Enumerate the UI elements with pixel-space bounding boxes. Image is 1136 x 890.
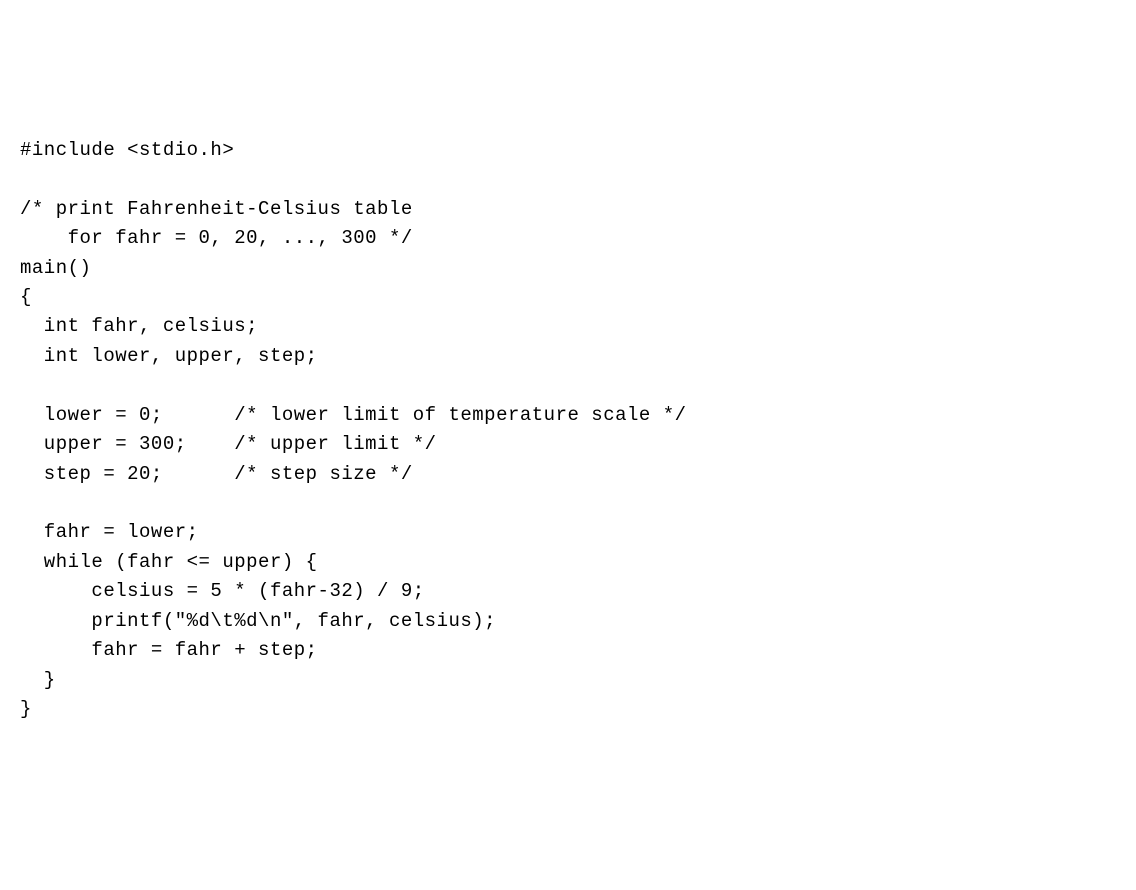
code-line: upper = 300; /* upper limit */	[20, 433, 437, 455]
code-line: while (fahr <= upper) {	[20, 551, 318, 573]
code-line: int lower, upper, step;	[20, 345, 318, 367]
code-line: }	[20, 698, 32, 720]
code-line: for fahr = 0, 20, ..., 300 */	[20, 227, 413, 249]
code-line: fahr = lower;	[20, 521, 199, 543]
code-listing: #include <stdio.h> /* print Fahrenheit-C…	[20, 136, 1116, 725]
code-line: fahr = fahr + step;	[20, 639, 318, 661]
code-line: int fahr, celsius;	[20, 315, 258, 337]
code-line: #include <stdio.h>	[20, 139, 234, 161]
code-line: printf("%d\t%d\n", fahr, celsius);	[20, 610, 496, 632]
code-line: main()	[20, 257, 91, 279]
code-line: lower = 0; /* lower limit of temperature…	[20, 404, 687, 426]
code-line: }	[20, 669, 56, 691]
code-line: celsius = 5 * (fahr-32) / 9;	[20, 580, 425, 602]
code-line: /* print Fahrenheit-Celsius table	[20, 198, 413, 220]
code-line: {	[20, 286, 32, 308]
code-line: step = 20; /* step size */	[20, 463, 413, 485]
